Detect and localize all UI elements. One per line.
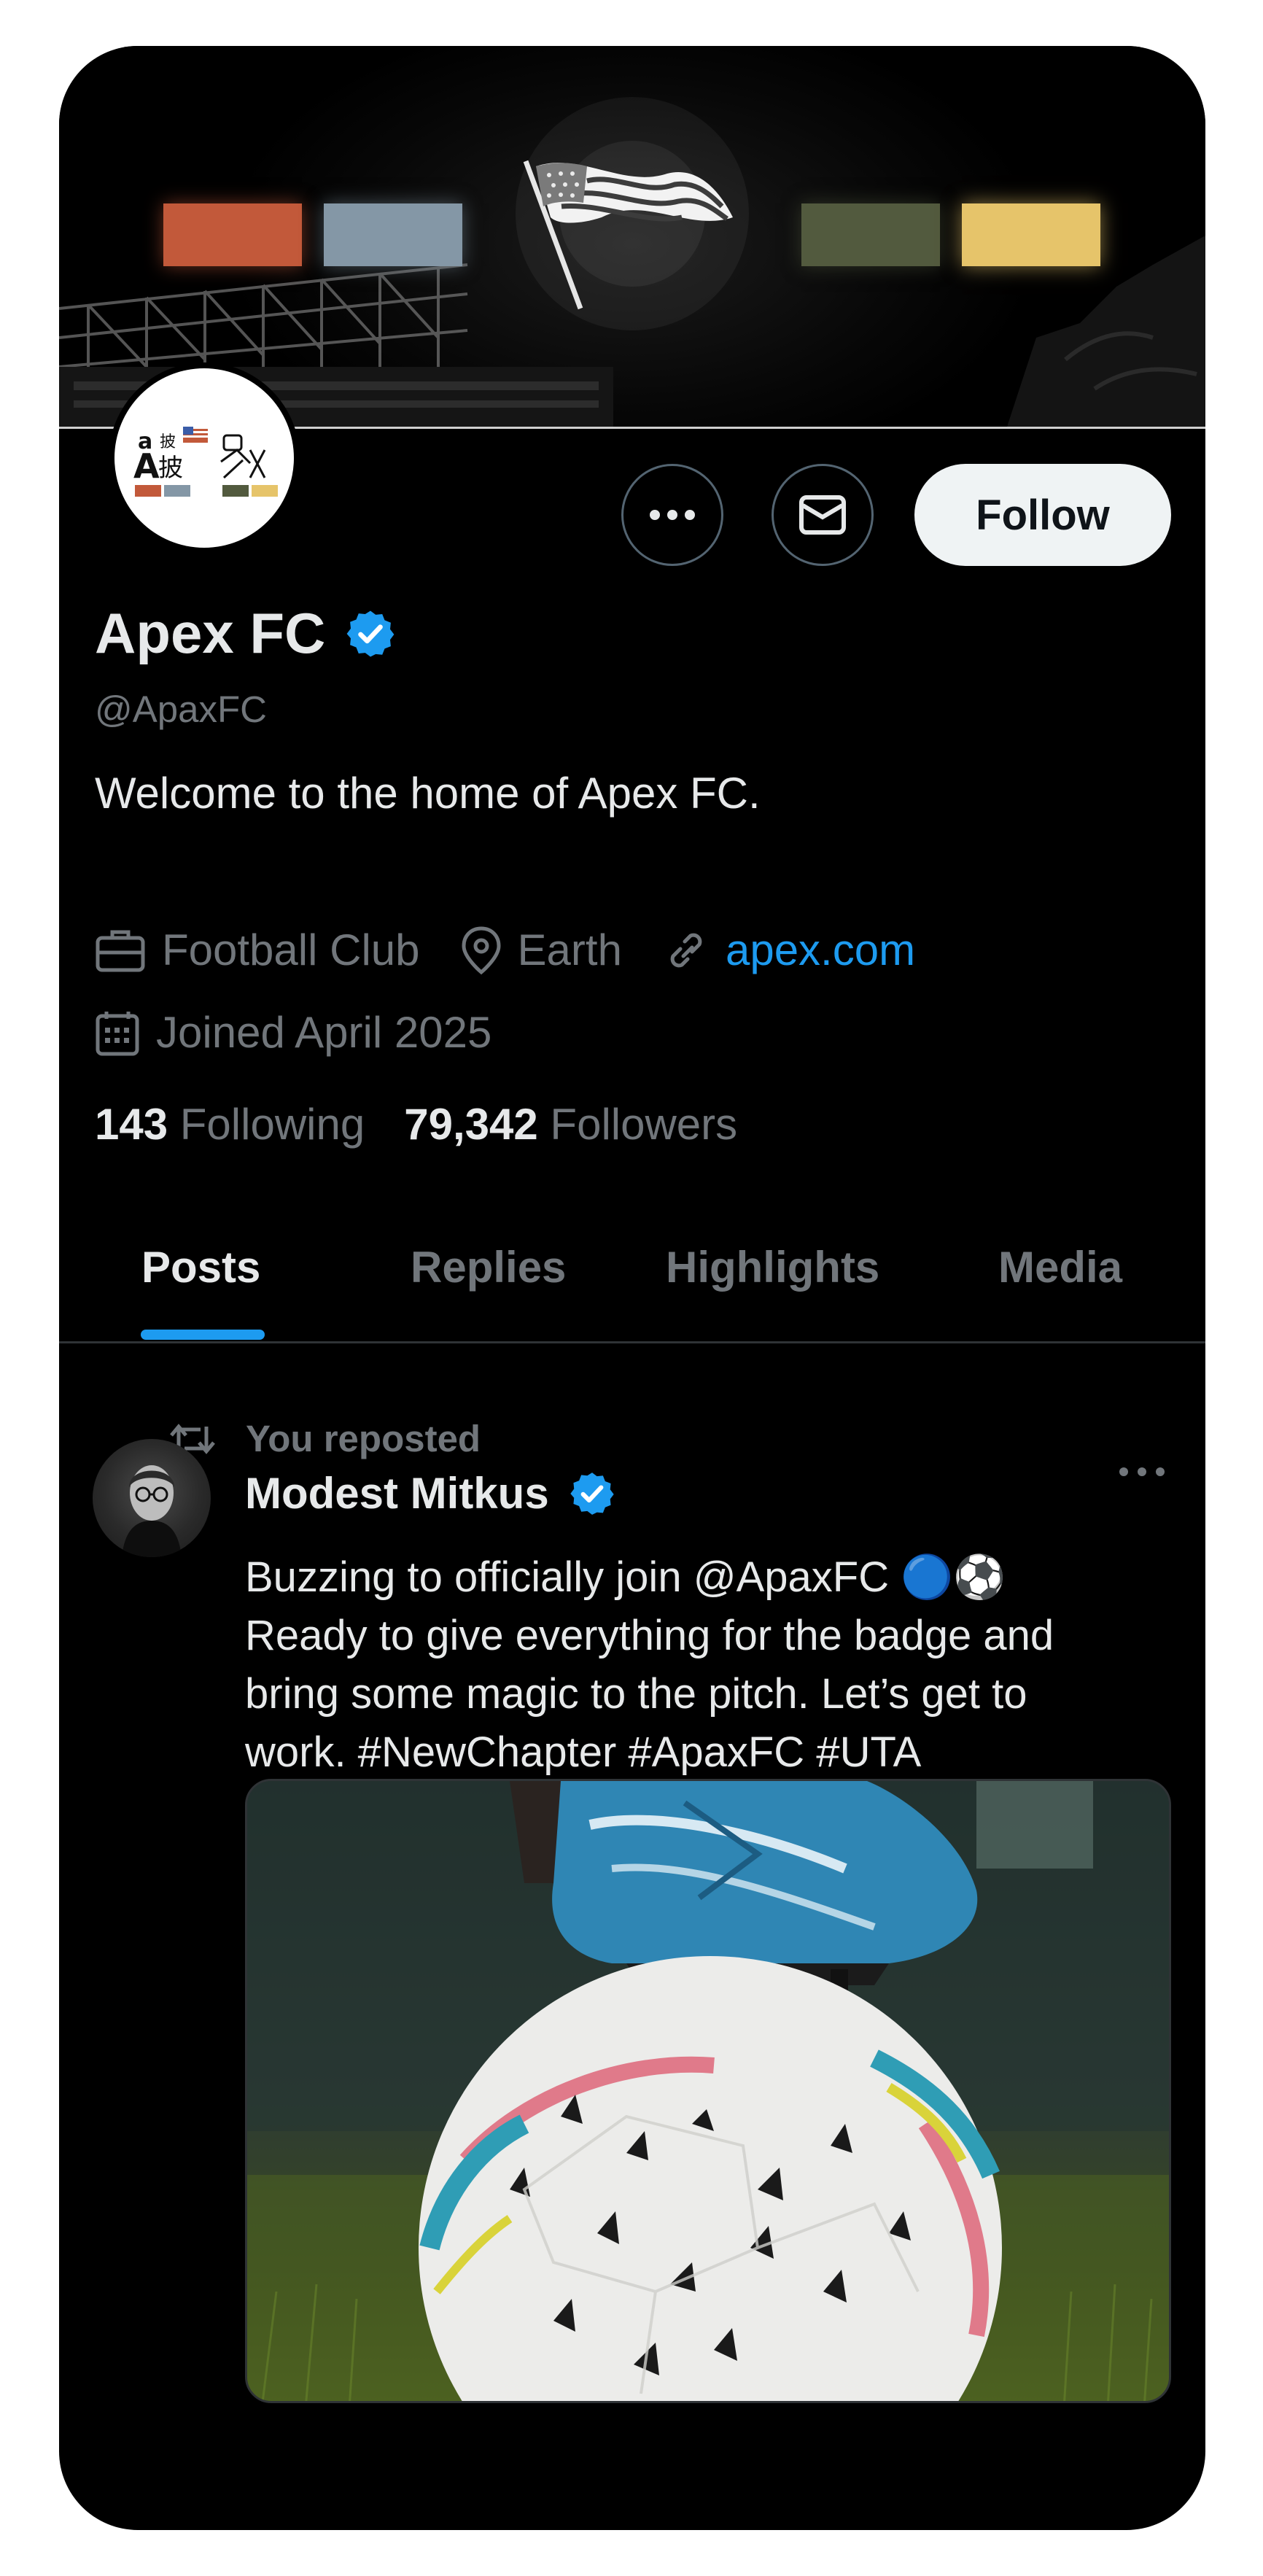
post-text-line: Buzzing to officially join @ApaxFC 🔵⚽ <box>245 1553 1006 1601</box>
profile-screen: a 披 A 披 Follow Apex FC @ApaxFC Welcome t… <box>59 46 1205 2530</box>
svg-text:A: A <box>133 446 160 486</box>
profile-name: Apex FC <box>95 601 326 665</box>
more-horizontal-icon <box>1119 1467 1165 1476</box>
post-text-line: Ready to give everything for the badge a… <box>245 1612 1054 1659</box>
profile-avatar[interactable]: a 披 A 披 <box>109 362 300 554</box>
tabs-divider <box>59 1341 1205 1343</box>
post-media-image[interactable] <box>245 1779 1171 2403</box>
more-options-button[interactable] <box>621 464 723 566</box>
svg-text:披: 披 <box>158 454 183 483</box>
post-text-line: work. #NewChapter #ApaxFC #UTA <box>245 1729 922 1776</box>
profile-meta-row: Football Club Earth apex.com <box>95 925 956 975</box>
profile-handle: @ApaxFC <box>95 688 267 730</box>
post-author-row: Modest Mitkus <box>245 1468 616 1518</box>
banner-color-swatch <box>324 203 462 266</box>
post-text-line: bring some magic to the pitch. Let’s get… <box>245 1670 1027 1718</box>
followers-count: 79,342 <box>404 1100 538 1149</box>
tab-posts[interactable]: Posts <box>141 1242 260 1292</box>
followers-count-link[interactable]: 79,342 Followers <box>404 1099 737 1149</box>
profile-website-link[interactable]: apex.com <box>726 925 915 975</box>
profile-joined: Joined April 2025 <box>95 1007 491 1058</box>
profile-counts: 143 Following 79,342 Followers <box>95 1099 737 1149</box>
post-text: Buzzing to officially join @ApaxFC 🔵⚽ Re… <box>245 1548 1186 1782</box>
post-more-button[interactable] <box>1116 1464 1167 1483</box>
post-author-name[interactable]: Modest Mitkus <box>245 1468 549 1518</box>
envelope-icon <box>799 495 846 535</box>
following-count-link[interactable]: 143 Following <box>95 1099 365 1149</box>
banner-color-swatch <box>962 203 1100 266</box>
active-tab-indicator <box>141 1330 265 1340</box>
verified-badge-icon[interactable] <box>568 1470 616 1518</box>
banner-color-swatch <box>801 203 940 266</box>
profile-bio: Welcome to the home of Apex FC. <box>95 769 761 818</box>
author-portrait <box>122 1465 182 1557</box>
follow-button[interactable]: Follow <box>914 464 1171 566</box>
tab-replies[interactable]: Replies <box>411 1242 566 1292</box>
message-button[interactable] <box>772 464 874 566</box>
verified-badge-icon[interactable] <box>344 608 397 660</box>
profile-location: Earth <box>461 925 622 975</box>
profile-location-text: Earth <box>517 926 622 974</box>
following-label: Following <box>179 1100 365 1149</box>
author-avatar[interactable] <box>93 1439 211 1557</box>
profile-category: Football Club <box>95 925 420 975</box>
profile-joined-row: Joined April 2025 <box>95 1007 532 1058</box>
profile-tabs: Posts Replies Highlights Media <box>59 1242 1205 1388</box>
followers-label: Followers <box>550 1100 738 1149</box>
repost-label: You reposted <box>246 1418 481 1459</box>
link-icon <box>670 933 702 967</box>
banner-color-swatch <box>163 203 302 266</box>
calendar-icon <box>96 1011 139 1055</box>
tab-highlights[interactable]: Highlights <box>666 1242 879 1292</box>
profile-name-row: Apex FC <box>95 600 397 667</box>
profile-category-text: Football Club <box>162 926 420 974</box>
briefcase-icon <box>96 930 145 971</box>
club-logo: a 披 A 披 <box>114 368 294 548</box>
more-horizontal-icon <box>650 510 695 520</box>
football-boot-on-ball-illustration <box>247 1781 1169 2401</box>
following-count: 143 <box>95 1100 168 1149</box>
club-logo-graphic: a 披 A 披 <box>133 427 278 497</box>
profile-website: apex.com <box>663 925 915 975</box>
tab-media[interactable]: Media <box>998 1242 1122 1292</box>
location-pin-icon <box>462 926 501 974</box>
svg-text:披: 披 <box>160 433 176 451</box>
profile-joined-text: Joined April 2025 <box>156 1008 492 1057</box>
repost-indicator: You reposted <box>168 1417 481 1460</box>
